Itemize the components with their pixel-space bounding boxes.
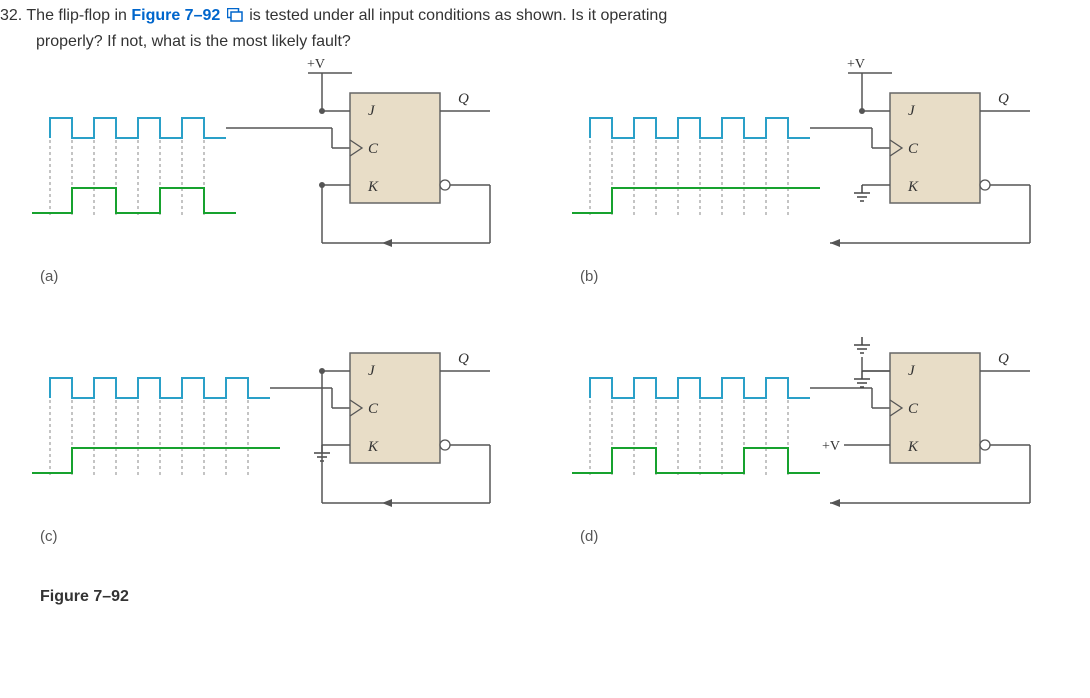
q-text-2: is tested under all input conditions as … (249, 7, 667, 24)
svg-text:Q: Q (458, 351, 469, 367)
svg-text:C: C (368, 401, 379, 417)
multimedia-icon (227, 6, 243, 30)
subfigure-c: JCKQ(c) (20, 318, 540, 568)
subfigure-label: (a) (40, 268, 58, 285)
q-text-1: The flip-flop in (26, 7, 131, 24)
svg-text:K: K (907, 439, 919, 455)
subfigure-a: JCK+VQ(a) (20, 58, 540, 308)
svg-text:C: C (908, 401, 919, 417)
svg-text:Q: Q (458, 91, 469, 107)
question-number: 32. (0, 7, 22, 24)
svg-text:K: K (367, 179, 379, 195)
subfigure-d: JCK+VQ(d) (560, 318, 1080, 568)
svg-text:K: K (367, 439, 379, 455)
svg-text:+V: +V (307, 58, 325, 72)
figure-caption: Figure 7–92 (40, 588, 129, 606)
svg-text:K: K (907, 179, 919, 195)
figure-ref-text: Figure 7–92 (131, 7, 220, 24)
svg-text:Q: Q (998, 351, 1009, 367)
subfigure-b: JCK+VQ(b) (560, 58, 1080, 308)
figure-reference-link[interactable]: Figure 7–92 (131, 7, 249, 24)
svg-text:C: C (908, 141, 919, 157)
figure-area: JCK+VQ(a) JCK+VQ(b) JCKQ(c) JCK+VQ(d) Fi… (0, 58, 1090, 618)
svg-text:C: C (368, 141, 379, 157)
svg-text:+V: +V (847, 58, 865, 72)
question-text: 32. The flip-flop in Figure 7–92 is test… (0, 0, 1090, 58)
svg-text:Q: Q (998, 91, 1009, 107)
svg-text:+V: +V (822, 439, 840, 454)
subfigure-label: (d) (580, 528, 598, 545)
subfigure-label: (c) (40, 528, 58, 545)
subfigure-label: (b) (580, 268, 598, 285)
q-line2: properly? If not, what is the most likel… (0, 30, 1090, 54)
